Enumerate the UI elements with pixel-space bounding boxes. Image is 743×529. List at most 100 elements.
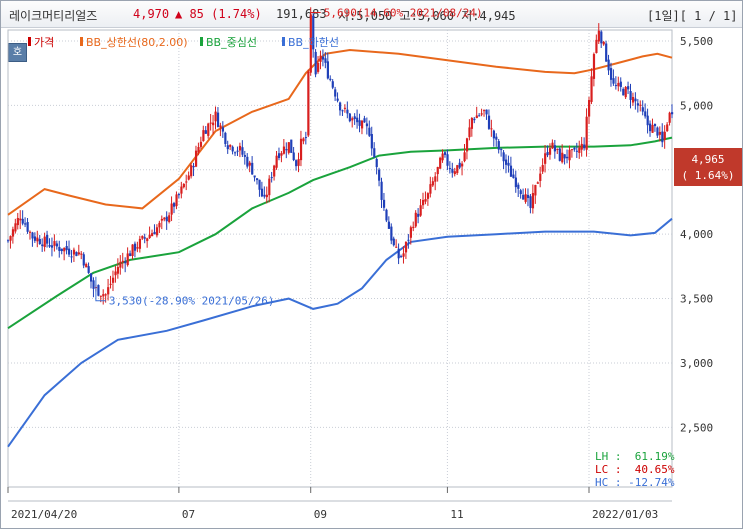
candle-body — [26, 222, 29, 232]
candle-body — [446, 154, 449, 166]
candle-body — [97, 285, 100, 296]
candle-body — [573, 147, 576, 150]
x-axis: 2021/04/20 07 09 11 2022/01/03 — [7, 487, 672, 521]
candle-body — [43, 236, 46, 248]
candle-body — [473, 118, 476, 121]
candle-body — [104, 294, 107, 296]
candle-body — [609, 68, 613, 80]
candle-body — [253, 175, 256, 178]
candle-body — [395, 246, 398, 248]
candle-body — [392, 238, 395, 246]
candle-body — [258, 179, 261, 190]
candle-body — [131, 244, 134, 256]
candle-body — [207, 123, 210, 136]
candle-body — [270, 177, 273, 179]
legend-label: BB_중심선 — [206, 36, 257, 49]
candle-body — [439, 157, 442, 169]
candle-body — [353, 116, 356, 119]
candle-body — [373, 148, 376, 158]
candle-body — [614, 85, 618, 87]
candle-body — [619, 81, 622, 87]
candle-body — [263, 194, 266, 197]
candle-body — [116, 267, 120, 274]
candle-body — [522, 194, 525, 200]
candle-body — [241, 147, 244, 155]
candle-body — [553, 145, 557, 152]
candle-body — [148, 234, 151, 238]
candle-body — [229, 144, 232, 147]
candle-body — [256, 178, 259, 181]
candle-body — [177, 194, 181, 196]
candle-body — [671, 112, 674, 115]
candle-body — [622, 88, 625, 96]
candle-body — [646, 115, 649, 126]
candle-body — [541, 165, 544, 172]
candle-body — [495, 136, 498, 140]
candle-body — [509, 165, 513, 177]
candle-body — [487, 115, 491, 129]
candle-body — [226, 145, 229, 150]
candle-body — [653, 123, 657, 127]
candle-body — [348, 113, 351, 122]
bb-line-1 — [7, 48, 673, 216]
candle-body — [248, 162, 251, 166]
candle-body — [231, 146, 234, 152]
candle-body — [70, 256, 73, 258]
candle-body — [163, 217, 166, 220]
candle-body — [666, 124, 669, 132]
candle-body — [583, 144, 586, 149]
candle-body — [295, 160, 298, 167]
legend-swatch — [200, 37, 203, 46]
y-tick-label: 5,000 — [680, 99, 713, 112]
candle-body — [451, 168, 454, 173]
candle-body — [390, 226, 393, 241]
candle-body — [343, 107, 347, 109]
candle-body — [292, 152, 295, 161]
candle-body — [307, 71, 310, 136]
indicator-lh: LH : 61.19% — [595, 450, 675, 463]
candle-body — [658, 131, 661, 135]
candle-body — [68, 248, 71, 255]
candle-body — [287, 142, 290, 153]
candle-body — [566, 156, 569, 159]
candle-body — [11, 229, 15, 237]
x-tick-label: 2021/04/20 — [11, 508, 77, 521]
candle-body — [80, 253, 83, 255]
candle-body — [165, 216, 168, 222]
candle-body — [434, 176, 437, 182]
candle-body — [363, 118, 366, 123]
candle-body — [478, 115, 481, 117]
candle-body — [275, 155, 278, 168]
candle-body — [219, 125, 222, 128]
candle-body — [21, 218, 24, 224]
candle-body — [568, 149, 571, 161]
candle-body — [16, 217, 19, 226]
low-annotation: 3,530(-28.90% 2021/05/26) — [109, 295, 275, 308]
candle-body — [370, 134, 373, 149]
candle-body — [422, 199, 425, 206]
candle-body — [182, 183, 185, 188]
candle-body — [475, 115, 478, 119]
candle-body — [424, 199, 427, 202]
candle-body — [336, 98, 339, 101]
y-axis: 5,5005,0004,5004,0003,5003,0002,500 — [680, 35, 713, 434]
candle-body — [407, 239, 410, 241]
candle-body — [209, 122, 212, 124]
candle-body — [314, 51, 317, 75]
candle-body — [507, 162, 510, 166]
candle-body — [55, 243, 59, 247]
candle-body — [360, 120, 364, 129]
candle-body — [19, 218, 22, 221]
candle-body — [194, 150, 198, 167]
candle-body — [92, 280, 95, 289]
candle-body — [436, 167, 439, 175]
candle-body — [65, 246, 68, 251]
candle-body — [385, 209, 388, 221]
candle-body — [129, 253, 132, 257]
candle-body — [138, 238, 142, 249]
candle-body — [192, 166, 195, 168]
candle-body — [453, 171, 456, 175]
candle-body — [544, 153, 547, 164]
candle-body — [212, 122, 215, 126]
candle-body — [429, 184, 432, 194]
